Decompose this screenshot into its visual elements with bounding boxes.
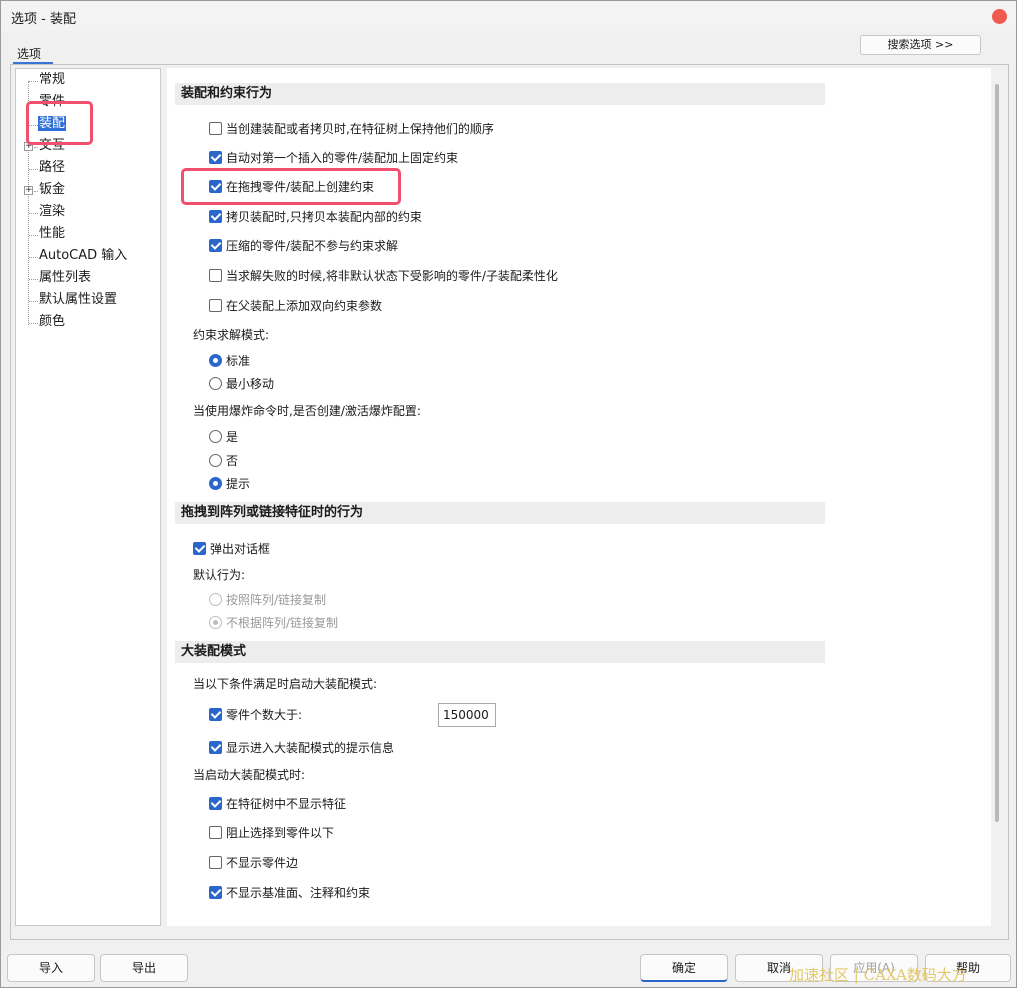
tree-connector [29,323,38,324]
radio-copy-by-pattern[interactable]: 按照阵列/链接复制 [209,591,326,609]
radio-explode-prompt[interactable]: 提示 [209,475,250,493]
option-flexible-on-fail[interactable]: 当求解失败的时候,将非默认状态下受影响的零件/子装配柔性化 [209,267,558,285]
search-options-button[interactable]: 搜索选项 >> [860,35,981,55]
checkbox[interactable] [209,886,222,899]
radio[interactable] [209,616,222,629]
tree-connector [29,213,38,214]
annotation-highlight-tree [26,101,93,145]
tree-item-sheet-metal[interactable]: 钣金 [39,180,65,200]
radio-copy-not-by-pattern[interactable]: 不根据阵列/链接复制 [209,614,338,632]
radio-solve-standard[interactable]: 标准 [209,352,250,370]
option-hide-datums[interactable]: 不显示基准面、注释和约束 [209,884,370,902]
tree-item-render[interactable]: 渲染 [39,202,65,222]
radio[interactable] [209,377,222,390]
radio[interactable] [209,430,222,443]
checkbox[interactable] [209,239,222,252]
radio[interactable] [209,354,222,367]
tree-item-color[interactable]: 颜色 [39,312,65,332]
expand-icon[interactable]: + [24,186,33,195]
tree-connector [29,279,38,280]
part-count-input[interactable]: 150000 [438,703,496,727]
checkbox[interactable] [209,856,222,869]
checkbox[interactable] [193,542,206,555]
checkbox[interactable] [209,797,222,810]
tree-item-path[interactable]: 路径 [39,158,65,178]
category-tree [15,68,161,926]
tree-item-general[interactable]: 常规 [39,70,65,90]
option-hide-features[interactable]: 在特征树中不显示特征 [209,795,346,813]
option-bidirectional-params[interactable]: 在父装配上添加双向约束参数 [209,297,382,315]
tree-connector [29,81,38,82]
tree-item-property-list[interactable]: 属性列表 [39,268,91,288]
large-condition-label: 当以下条件满足时启动大装配模式: [193,677,378,691]
tree-connector [34,191,38,192]
tree-item-performance[interactable]: 性能 [39,224,65,244]
section-header-drag: 拖拽到阵列或链接特征时的行为 [175,502,825,524]
checkbox[interactable] [209,269,222,282]
export-button[interactable]: 导出 [100,954,188,982]
checkbox[interactable] [209,210,222,223]
tree-connector [29,235,38,236]
option-part-count[interactable]: 零件个数大于: [209,706,302,724]
radio-solve-min-move[interactable]: 最小移动 [209,375,274,393]
options-dialog: 选项 - 装配 选项 搜索选项 >> 常规 零件 装配 + 交互 路径 + 钣金… [0,0,1017,988]
checkbox[interactable] [209,151,222,164]
import-button[interactable]: 导入 [7,954,95,982]
window-title: 选项 - 装配 [11,12,76,27]
radio[interactable] [209,593,222,606]
tree-item-default-properties[interactable]: 默认属性设置 [39,290,117,310]
option-show-hint[interactable]: 显示进入大装配模式的提示信息 [209,739,394,757]
section-header-large-assembly: 大装配模式 [175,641,825,663]
checkbox[interactable] [209,708,222,721]
checkbox[interactable] [209,122,222,135]
tree-connector [29,257,38,258]
radio-explode-yes[interactable]: 是 [209,428,238,446]
option-popup-dialog[interactable]: 弹出对话框 [193,540,270,558]
radio[interactable] [209,454,222,467]
tab-options[interactable]: 选项 [17,45,57,62]
option-hide-edges[interactable]: 不显示零件边 [209,854,298,872]
solve-mode-label: 约束求解模式: [193,328,270,342]
radio[interactable] [209,477,222,490]
tree-connector [29,169,38,170]
section-header-assembly: 装配和约束行为 [175,83,825,105]
default-behavior-label: 默认行为: [193,568,246,582]
option-auto-fix-first[interactable]: 自动对第一个插入的零件/装配加上固定约束 [209,149,458,167]
checkbox[interactable] [209,741,222,754]
tree-connector [29,301,38,302]
tree-item-autocad-import[interactable]: AutoCAD 输入 [39,246,127,266]
ok-button[interactable]: 确定 [640,954,728,982]
close-icon[interactable] [992,9,1007,24]
annotation-highlight-option [181,168,401,205]
tree-connector [34,147,38,148]
title-bar: 选项 - 装配 [1,1,1016,31]
explode-label: 当使用爆炸命令时,是否创建/激活爆炸配置: [193,404,421,418]
checkbox[interactable] [209,826,222,839]
vertical-scrollbar[interactable] [995,84,999,822]
option-suppressed-no-solve[interactable]: 压缩的零件/装配不参与约束求解 [209,237,398,255]
checkbox[interactable] [209,299,222,312]
option-copy-internal-constraints[interactable]: 拷贝装配时,只拷贝本装配内部的约束 [209,208,422,226]
option-keep-order[interactable]: 当创建装配或者拷贝时,在特征树上保持他们的顺序 [209,120,494,138]
large-when-label: 当启动大装配模式时: [193,768,306,782]
radio-explode-no[interactable]: 否 [209,452,238,470]
watermark-text: 加速社区 | CAXA数码大方 [789,966,967,984]
option-block-subpart-select[interactable]: 阻止选择到零件以下 [209,824,334,842]
